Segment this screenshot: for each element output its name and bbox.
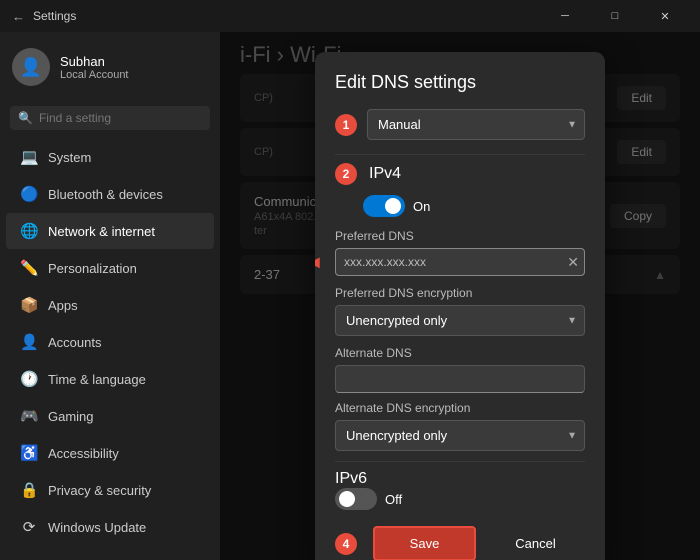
sidebar-item-network[interactable]: 🌐 Network & internet [6,213,214,249]
save-button[interactable]: Save [373,526,476,560]
search-bar[interactable]: 🔍 [10,106,210,130]
time-icon: 🕐 [20,370,38,388]
preferred-dns-encryption-label: Preferred DNS encryption [335,286,585,300]
sidebar-item-label: Privacy & security [48,483,151,498]
ipv4-toggle-row: On [363,195,585,217]
user-profile: 👤 Subhan Local Account [0,32,220,102]
alt-dns-encryption-label: Alternate DNS encryption [335,401,585,415]
sidebar-item-privacy[interactable]: 🔒 Privacy & security [6,472,214,508]
alt-dns-encryption-select[interactable]: Unencrypted only Encrypted only (DNS ove… [335,420,585,451]
titlebar-left: ← Settings [12,9,76,24]
sidebar-item-bluetooth[interactable]: 🔵 Bluetooth & devices [6,176,214,212]
sidebar-item-label: Time & language [48,372,146,387]
sidebar-item-label: Windows Update [48,520,146,535]
clear-dns-button[interactable]: ✕ [567,255,579,269]
footer-step: 4 [335,533,363,555]
ipv4-toggle-label: On [413,199,430,214]
alt-dns-label: Alternate DNS [335,346,585,360]
back-icon[interactable]: ← [12,9,25,24]
minimize-button[interactable]: ─ [542,0,588,32]
sidebar-item-personalization[interactable]: ✏️ Personalization [6,250,214,286]
preferred-dns-encryption-wrapper: Unencrypted only Encrypted only (DNS ove… [335,305,585,336]
sidebar-nav: 💻 System 🔵 Bluetooth & devices 🌐 Network… [0,138,220,546]
sidebar: 👤 Subhan Local Account 🔍 💻 System 🔵 Blue… [0,32,220,560]
sidebar-item-label: Network & internet [48,224,155,239]
sidebar-item-apps[interactable]: 📦 Apps [6,287,214,323]
personalization-icon: ✏️ [20,259,38,277]
maximize-button[interactable]: □ [592,0,638,32]
network-icon: 🌐 [20,222,38,240]
search-icon: 🔍 [18,111,33,125]
accessibility-icon: ♿ [20,444,38,462]
ipv4-toggle[interactable] [363,195,405,217]
divider-2 [335,461,585,462]
accounts-icon: 👤 [20,333,38,351]
alternate-dns-section: Alternate DNS [335,346,585,401]
sidebar-item-windows-update[interactable]: ⟳ Windows Update [6,509,214,545]
preferred-dns-wrapper: ◀ 3 ✕ [335,248,585,276]
system-icon: 💻 [20,148,38,166]
step-4-badge: 4 [335,533,357,555]
step-1-badge: 1 [335,114,357,136]
dns-mode-wrapper: Manual Automatic (DHCP) ▼ [367,109,585,140]
preferred-dns-input[interactable] [335,248,585,276]
update-icon: ⟳ [20,518,38,536]
dialog-title: Edit DNS settings [335,72,585,93]
cancel-button[interactable]: Cancel [486,528,585,559]
user-subtitle: Local Account [60,69,129,81]
sidebar-item-label: Apps [48,298,78,313]
alt-dns-encryption-section: Alternate DNS encryption Unencrypted onl… [335,401,585,451]
bluetooth-icon: 🔵 [20,185,38,203]
sidebar-item-label: Accounts [48,335,101,350]
search-input[interactable] [39,111,202,125]
ipv6-toggle-knob [339,491,355,507]
sidebar-item-accessibility[interactable]: ♿ Accessibility [6,435,214,471]
apps-icon: 📦 [20,296,38,314]
app-title: Settings [33,9,76,23]
ipv6-toggle-label: Off [385,492,402,507]
sidebar-item-gaming[interactable]: 🎮 Gaming [6,398,214,434]
sidebar-item-label: Accessibility [48,446,119,461]
sidebar-item-label: Gaming [48,409,94,424]
step3-arrow-icon: ◀ [315,254,320,271]
user-info: Subhan Local Account [60,54,129,81]
divider [335,154,585,155]
app-layout: 👤 Subhan Local Account 🔍 💻 System 🔵 Blue… [0,32,700,560]
dns-mode-select[interactable]: Manual Automatic (DHCP) [367,109,585,140]
sidebar-item-label: Personalization [48,261,137,276]
avatar: 👤 [12,48,50,86]
ipv6-section: IPv6 Off [335,470,585,510]
dialog-footer: 4 Save Cancel [335,526,585,560]
main-content: i-Fi › Wi-Fi CP) Edit CP) Edit Communica… [220,32,700,560]
preferred-dns-label: Preferred DNS [335,229,585,243]
sidebar-item-time[interactable]: 🕐 Time & language [6,361,214,397]
edit-dns-dialog: Edit DNS settings 1 Manual Automatic (DH… [315,52,605,560]
dns-mode-row: 1 Manual Automatic (DHCP) ▼ [335,109,585,140]
gaming-icon: 🎮 [20,407,38,425]
ipv6-label: IPv6 [335,470,367,487]
titlebar: ← Settings ─ □ ✕ [0,0,700,32]
sidebar-item-accounts[interactable]: 👤 Accounts [6,324,214,360]
ipv6-toggle-row: Off [335,488,585,510]
preferred-dns-encryption-select[interactable]: Unencrypted only Encrypted only (DNS ove… [335,305,585,336]
titlebar-controls: ─ □ ✕ [542,0,688,32]
ipv4-header: 2 IPv4 [335,163,585,185]
close-button[interactable]: ✕ [642,0,688,32]
step-2-badge: 2 [335,163,357,185]
privacy-icon: 🔒 [20,481,38,499]
toggle-knob [385,198,401,214]
preferred-dns-section: Preferred DNS ◀ 3 ✕ [335,229,585,276]
user-name: Subhan [60,54,129,69]
ipv6-toggle[interactable] [335,488,377,510]
sidebar-item-system[interactable]: 💻 System [6,139,214,175]
ipv4-label: IPv4 [369,165,401,183]
sidebar-item-label: Bluetooth & devices [48,187,163,202]
alt-dns-encryption-wrapper: Unencrypted only Encrypted only (DNS ove… [335,420,585,451]
sidebar-item-label: System [48,150,91,165]
alt-dns-input[interactable] [335,365,585,393]
overlay: Edit DNS settings 1 Manual Automatic (DH… [220,32,700,560]
preferred-dns-encryption-section: Preferred DNS encryption Unencrypted onl… [335,286,585,336]
